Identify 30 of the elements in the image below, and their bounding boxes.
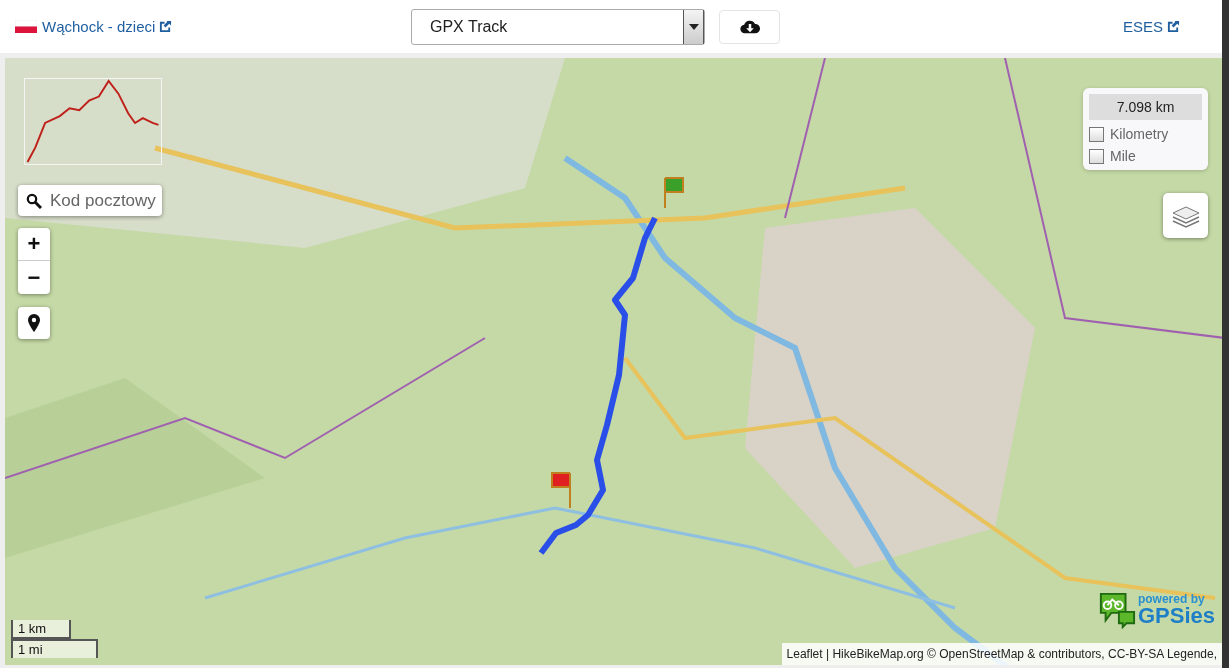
scrollbar[interactable] bbox=[1222, 0, 1229, 668]
unit-label: Mile bbox=[1110, 148, 1136, 164]
logo-tagline: powered by bbox=[1137, 593, 1205, 605]
external-link-icon bbox=[159, 20, 173, 33]
unit-label: Kilometry bbox=[1110, 126, 1169, 142]
caret-icon bbox=[688, 23, 699, 30]
search-field[interactable]: Kod pocztowy bbox=[18, 185, 162, 216]
scale-bar-mi: 1 mi bbox=[11, 639, 98, 658]
layers-button[interactable] bbox=[1163, 193, 1208, 238]
end-flag-icon bbox=[551, 472, 571, 509]
logo-name: GPSies bbox=[1137, 605, 1215, 627]
external-link-icon bbox=[1167, 20, 1180, 33]
download-button[interactable] bbox=[719, 9, 780, 44]
title-link[interactable]: Wąchock - dzieci bbox=[42, 18, 173, 35]
track-select[interactable]: GPX Track bbox=[411, 8, 705, 45]
cloud-download-icon bbox=[739, 19, 760, 34]
zoom-in-button[interactable]: + bbox=[18, 228, 50, 261]
search-icon bbox=[26, 192, 42, 209]
map-attribution: Leaflet | HikeBikeMap.org © OpenStreetMap & contributors, CC-BY-SA Legende, bbox=[781, 643, 1222, 665]
eses-link[interactable]: ESES bbox=[1122, 18, 1180, 35]
map-pin-icon bbox=[28, 314, 40, 332]
locate-button[interactable] bbox=[18, 307, 50, 339]
unit-checkbox[interactable] bbox=[1089, 126, 1104, 142]
flag-icon bbox=[15, 20, 37, 33]
bike-bubble-icon bbox=[1097, 591, 1136, 629]
unit-checkbox[interactable] bbox=[1089, 148, 1104, 164]
start-flag-icon bbox=[664, 177, 684, 209]
scale-bar-km: 1 km bbox=[11, 620, 71, 639]
zoom-out-button[interactable]: − bbox=[18, 261, 50, 294]
distance-value: 7.098 km bbox=[1089, 94, 1202, 120]
